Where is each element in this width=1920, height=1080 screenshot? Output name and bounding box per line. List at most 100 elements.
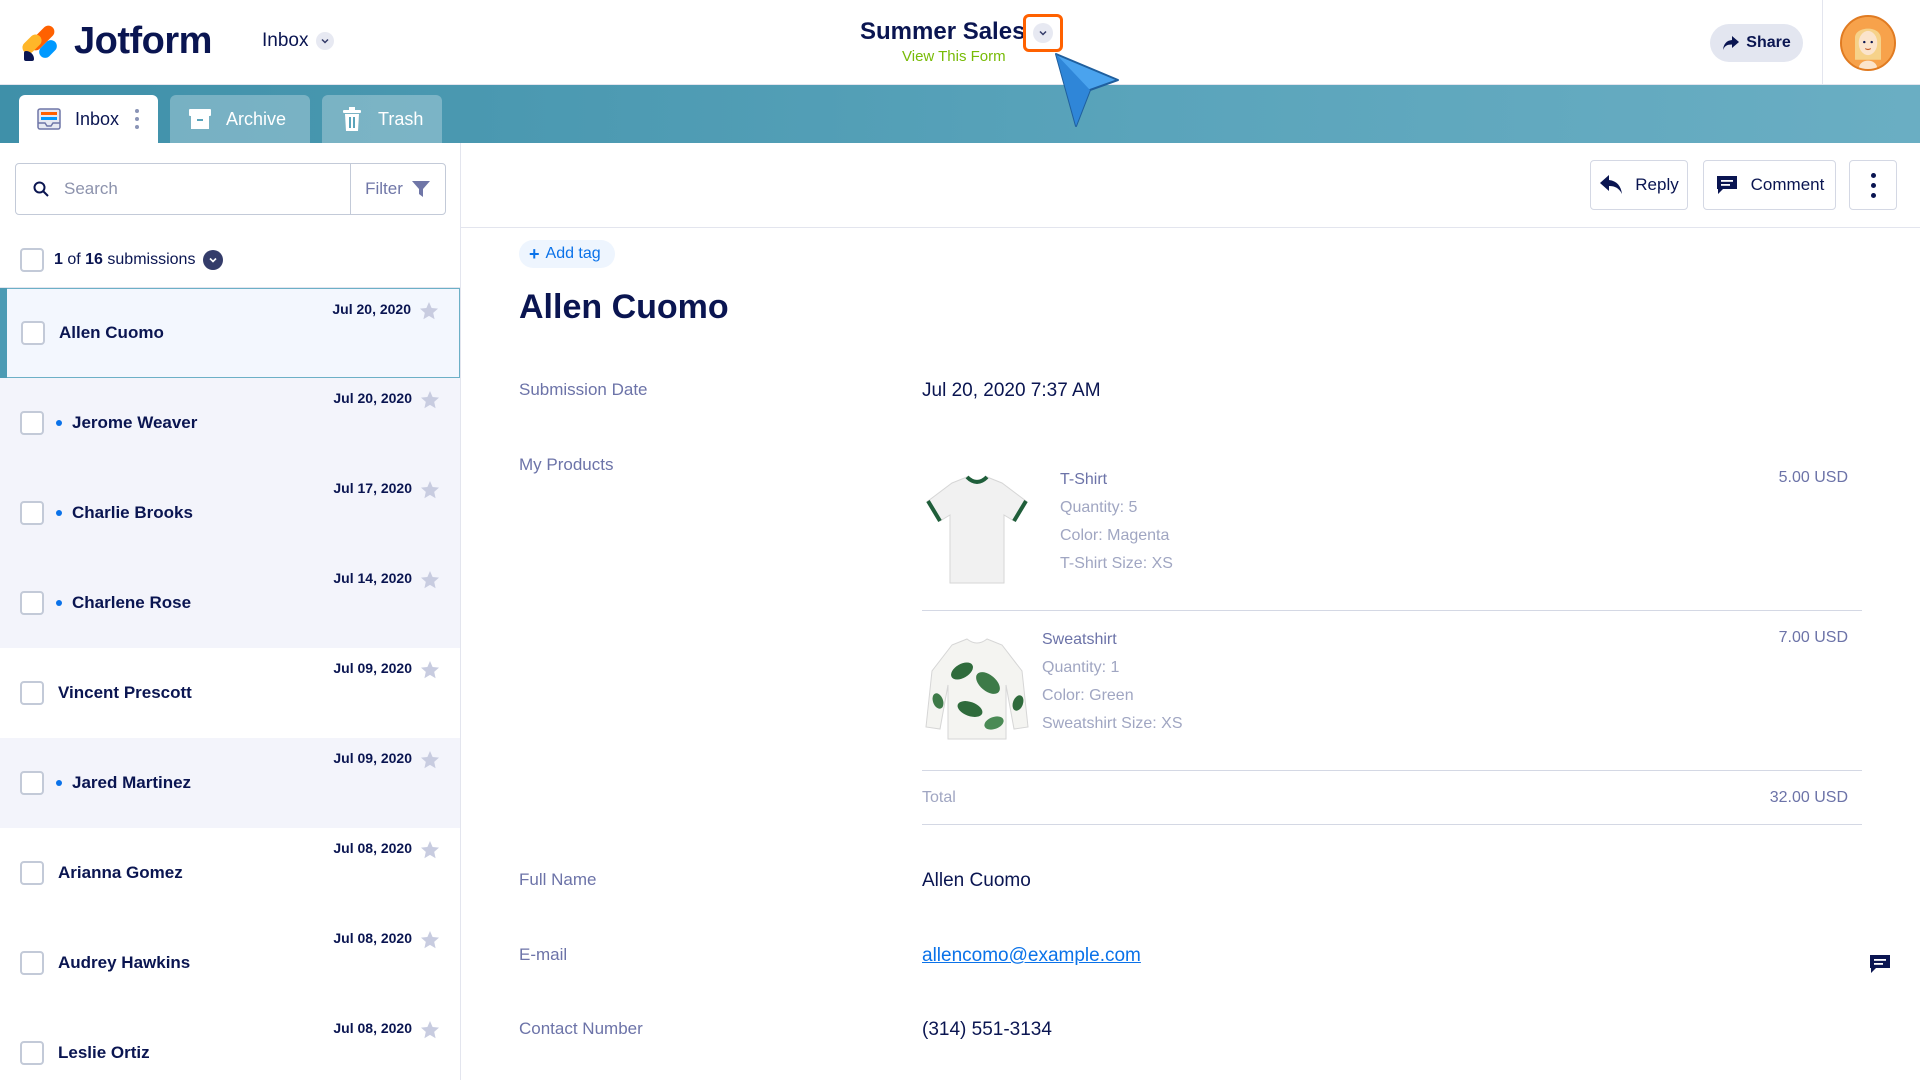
comment-icon <box>1716 176 1737 194</box>
submission-list: Allen Cuomo Jul 20, 2020 Jerome Weaver Jul … <box>0 288 460 1080</box>
product-price: 7.00 USD <box>1778 629 1848 646</box>
products-total-row: Total 32.00 USD <box>922 771 1862 825</box>
funnel-icon <box>411 181 430 197</box>
submission-checkbox[interactable] <box>20 681 44 705</box>
filter-button[interactable]: Filter <box>350 164 445 214</box>
search-input[interactable] <box>64 179 364 199</box>
star-icon[interactable] <box>420 1020 440 1040</box>
inbox-dropdown[interactable]: Inbox <box>262 30 335 52</box>
brand-name: Jotform <box>74 20 212 62</box>
star-icon[interactable] <box>420 750 440 770</box>
user-avatar[interactable] <box>1840 15 1896 71</box>
inbox-icon <box>37 108 61 130</box>
reply-label: Reply <box>1635 175 1679 194</box>
star-icon[interactable] <box>420 660 440 680</box>
total-label: Total <box>922 789 956 806</box>
submission-checkbox[interactable] <box>21 321 45 345</box>
star-icon[interactable] <box>420 570 440 590</box>
submission-checkbox[interactable] <box>20 771 44 795</box>
submission-row[interactable]: Allen Cuomo Jul 20, 2020 <box>0 288 460 378</box>
my-products-label: My Products <box>519 455 614 474</box>
submission-date: Jul 20, 2020 <box>333 390 412 406</box>
product-color: Color: Magenta <box>1060 527 1170 544</box>
product-price: 5.00 USD <box>1778 469 1848 486</box>
submission-name: Charlie Brooks <box>72 503 193 522</box>
product-quantity: Quantity: 1 <box>1042 659 1120 676</box>
submission-checkbox[interactable] <box>20 411 44 435</box>
plus-icon: + <box>529 243 540 264</box>
add-tag-button[interactable]: + Add tag <box>519 240 615 268</box>
unread-dot-icon <box>56 600 62 606</box>
unread-dot-icon <box>56 420 62 426</box>
sweatshirt-image <box>925 638 1029 740</box>
product-item: Sweatshirt Quantity: 1 Color: Green Swea… <box>922 611 1862 771</box>
submission-name: Vincent Prescott <box>58 683 192 702</box>
unread-dot-icon <box>56 780 62 786</box>
kebab-dot <box>1870 172 1876 178</box>
product-color: Color: Green <box>1042 687 1134 704</box>
submission-checkbox[interactable] <box>20 591 44 615</box>
tab-trash[interactable]: Trash <box>322 95 442 143</box>
tab-inbox[interactable]: Inbox <box>19 95 158 143</box>
reply-icon <box>1600 175 1623 194</box>
chevron-down-icon[interactable] <box>203 250 224 270</box>
mouse-pointer-icon <box>1055 53 1119 127</box>
detail-toolbar: Reply Comment <box>461 143 1920 228</box>
submission-date: Jul 20, 2020 <box>332 301 411 317</box>
top-header: Jotform Inbox Summer Sales View This For… <box>0 0 1920 85</box>
submission-row[interactable]: Arianna Gomez Jul 08, 2020 <box>0 828 460 918</box>
submission-date: Jul 08, 2020 <box>333 930 412 946</box>
submission-detail: Reply Comment + Add tag Allen Cuomo Subm… <box>461 143 1920 1080</box>
email-link[interactable]: allencomo@example.com <box>922 945 1141 967</box>
submission-row[interactable]: Audrey Hawkins Jul 08, 2020 <box>0 918 460 1008</box>
products-table: T-Shirt Quantity: 5 Color: Magenta T-Shi… <box>922 451 1862 825</box>
submission-row[interactable]: Charlene Rose Jul 14, 2020 <box>0 558 460 648</box>
submission-row[interactable]: Vincent Prescott Jul 09, 2020 <box>0 648 460 738</box>
star-icon[interactable] <box>420 840 440 860</box>
submissions-sidebar: Filter 1 of 16 submissions Allen Cuomo Ju… <box>0 143 461 1080</box>
submission-checkbox[interactable] <box>20 861 44 885</box>
jotform-logo[interactable]: Jotform <box>19 20 212 63</box>
full-name-label: Full Name <box>519 870 597 889</box>
email-label: E-mail <box>519 945 568 964</box>
submission-checkbox[interactable] <box>20 1041 44 1065</box>
chat-bubble-icon[interactable] <box>1868 953 1892 975</box>
submission-row[interactable]: Jerome Weaver Jul 20, 2020 <box>0 378 460 468</box>
submission-checkbox[interactable] <box>20 951 44 975</box>
select-all-checkbox[interactable] <box>20 248 44 272</box>
search-bar: Filter <box>15 163 446 215</box>
submission-name: Charlene Rose <box>72 593 192 612</box>
product-item: T-Shirt Quantity: 5 Color: Magenta T-Shi… <box>922 451 1862 611</box>
submission-checkbox[interactable] <box>20 501 44 525</box>
search-icon <box>33 181 49 197</box>
tab-trash-label: Trash <box>378 108 424 129</box>
product-details: T-Shirt Quantity: 5 Color: Magenta T-Shi… <box>1060 471 1173 583</box>
submission-name: Jared Martinez <box>72 773 192 792</box>
submission-row[interactable]: Charlie Brooks Jul 17, 2020 <box>0 468 460 558</box>
contact-number-value: (314) 551-3134 <box>922 1019 1052 1040</box>
tab-archive[interactable]: Archive <box>170 95 310 143</box>
submission-title: Allen Cuomo <box>519 288 729 326</box>
star-icon[interactable] <box>420 390 440 410</box>
view-form-link[interactable]: View This Form <box>902 48 1006 65</box>
form-switcher-button[interactable] <box>1023 14 1063 52</box>
archive-icon <box>189 109 211 129</box>
reply-button[interactable]: Reply <box>1590 160 1688 210</box>
trash-icon <box>343 107 361 131</box>
submission-row[interactable]: Leslie Ortiz Jul 08, 2020 <box>0 1008 460 1080</box>
star-icon[interactable] <box>420 930 440 950</box>
star-icon[interactable] <box>420 480 440 500</box>
unread-dot-icon <box>56 510 62 516</box>
share-button[interactable]: Share <box>1710 24 1803 62</box>
star-icon[interactable] <box>419 301 439 321</box>
form-title: Summer Sales <box>860 18 1026 45</box>
product-size: T-Shirt Size: XS <box>1060 555 1173 572</box>
submission-count-row: 1 of 16 submissions <box>0 233 460 288</box>
comment-button[interactable]: Comment <box>1703 160 1836 210</box>
contact-number-label: Contact Number <box>519 1019 643 1038</box>
avatar-illustration <box>1842 17 1894 69</box>
submission-row[interactable]: Jared Martinez Jul 09, 2020 <box>0 738 460 828</box>
submission-date-label: Submission Date <box>519 380 648 399</box>
tab-options-icon[interactable] <box>135 109 140 129</box>
more-options-button[interactable] <box>1849 160 1897 210</box>
